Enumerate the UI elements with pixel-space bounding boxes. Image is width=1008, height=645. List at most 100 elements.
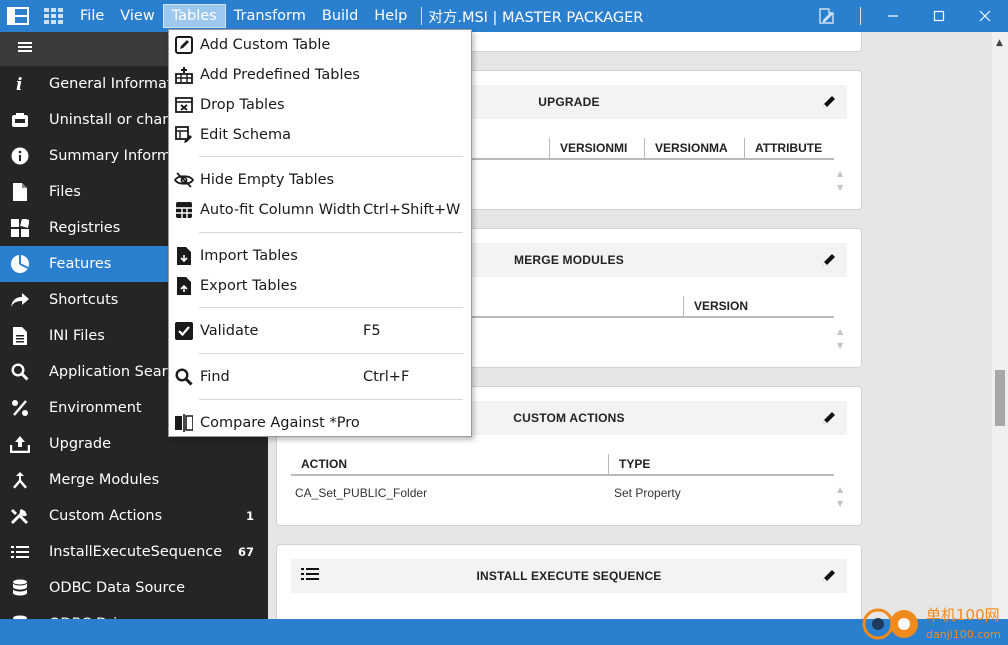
column-header[interactable]: VERSIONMA (644, 138, 744, 160)
close-icon[interactable] (962, 0, 1008, 32)
grid-view-icon[interactable] (36, 0, 72, 32)
menu-item-find[interactable]: Find Ctrl+F (169, 362, 471, 392)
sidebar-item-count: 67 (237, 545, 254, 559)
tools-icon (0, 498, 40, 534)
menu-item-compare-against-pro[interactable]: Compare Against *Pro (169, 408, 471, 438)
menu-file[interactable]: File (72, 4, 112, 28)
sidebar-item-installexecutesequence[interactable]: InstallExecuteSequence 67 (0, 534, 268, 570)
svg-text:i: i (16, 75, 22, 93)
list-icon (0, 534, 40, 570)
menu-item-drop-tables[interactable]: Drop Tables (169, 90, 471, 120)
pencil-icon[interactable] (821, 568, 837, 588)
sidebar-item-label: Features (49, 256, 112, 272)
database-icon (0, 606, 40, 619)
mini-scroll-arrows[interactable]: ▲ ▼ (837, 167, 843, 195)
pencil-icon[interactable] (821, 252, 837, 272)
menu-bar: File View Tables Transform Build Help (72, 0, 415, 32)
title-separator-right (850, 0, 870, 32)
search-icon (170, 368, 198, 386)
column-header[interactable]: VERSION (683, 296, 834, 318)
menu-item-shortcut: Ctrl+F (363, 369, 410, 385)
watermark-logo: 单机100网 danji100.com (860, 600, 1008, 645)
table-cell-action[interactable]: CA_Set_PUBLIC_Folder (295, 486, 427, 500)
menu-item-validate[interactable]: Validate F5 (169, 316, 471, 346)
maximize-icon[interactable] (916, 0, 962, 32)
menu-item-add-custom-table[interactable]: Add Custom Table (169, 30, 471, 60)
scrollbar-thumb[interactable] (995, 370, 1005, 426)
menu-item-label: Export Tables (200, 278, 298, 294)
card-title: UPGRADE (538, 95, 600, 109)
sidebar-item-custom-actions[interactable]: Custom Actions 1 (0, 498, 268, 534)
menu-item-edit-schema[interactable]: Edit Schema (169, 120, 471, 150)
import-file-icon (170, 247, 198, 265)
mini-scroll-arrows[interactable]: ▲ ▼ (837, 325, 843, 353)
menu-item-label: Add Predefined Tables (200, 67, 360, 83)
scroll-up-icon[interactable]: ▲ (996, 38, 1003, 48)
list-icon (301, 567, 319, 585)
menu-item-auto-fit-column-width[interactable]: Auto-fit Column Width Ctrl+Shift+W (169, 195, 471, 225)
minimize-icon[interactable] (870, 0, 916, 32)
drop-table-icon (170, 97, 198, 113)
app-layout-icon[interactable] (0, 0, 36, 32)
edit-schema-icon (170, 126, 198, 144)
pencil-icon[interactable] (821, 410, 837, 430)
sign-doc-icon[interactable] (804, 0, 850, 32)
main-scrollbar[interactable]: ▲ (992, 32, 1008, 619)
database-icon (0, 570, 40, 606)
menu-item-label: Auto-fit Column Width (200, 202, 361, 218)
table-cell-type[interactable]: Set Property (614, 486, 681, 500)
menu-item-hide-empty-tables[interactable]: Hide Empty Tables (169, 165, 471, 195)
menu-item-label: Edit Schema (200, 127, 291, 143)
menu-item-label: Import Tables (200, 248, 298, 264)
info-italic-icon: i (0, 66, 40, 102)
mini-scroll-arrows[interactable]: ▲ ▼ (837, 483, 843, 511)
menu-help[interactable]: Help (366, 4, 415, 28)
sidebar-item-label: INI Files (49, 328, 105, 344)
sidebar-item-merge-modules[interactable]: Merge Modules (0, 462, 268, 498)
card-title: CUSTOM ACTIONS (513, 411, 625, 425)
file-icon (0, 174, 40, 210)
sidebar-item-label: Application Search (49, 364, 185, 380)
sidebar-item-odbc-driver[interactable]: ODBC Driver (0, 606, 268, 619)
merge-icon (0, 462, 40, 498)
percent-icon (0, 390, 40, 426)
table-autofit-icon (170, 201, 198, 219)
ini-file-icon (0, 318, 40, 354)
menu-item-label: Add Custom Table (200, 37, 331, 53)
column-header-action[interactable]: ACTION (291, 454, 608, 476)
menu-item-label: Hide Empty Tables (200, 172, 335, 188)
menu-build[interactable]: Build (314, 4, 366, 28)
menu-view[interactable]: View (112, 4, 162, 28)
sidebar-item-count: 1 (245, 509, 254, 523)
sidebar-item-label: Upgrade (49, 436, 111, 452)
eye-off-icon (170, 172, 198, 188)
menu-item-export-tables[interactable]: Export Tables (169, 271, 471, 301)
export-file-icon (170, 277, 198, 295)
hamburger-icon[interactable] (18, 41, 32, 57)
search-icon (0, 354, 40, 390)
compare-icon (170, 414, 198, 432)
menu-transform[interactable]: Transform (226, 4, 314, 28)
pencil-icon[interactable] (821, 94, 837, 114)
column-header-partial[interactable] (469, 296, 683, 318)
sidebar-item-label: InstallExecuteSequence (49, 544, 223, 560)
sidebar-item-odbc-data-source[interactable]: ODBC Data Source (0, 570, 268, 606)
tables-dropdown-menu: Add Custom Table Add Predefined Tables Dro… (168, 29, 472, 437)
menu-separator (199, 307, 463, 308)
menu-item-shortcut: F5 (363, 323, 381, 339)
edit-box-icon (170, 36, 198, 54)
card-title: INSTALL EXECUTE SEQUENCE (476, 569, 662, 583)
title-separator (421, 7, 423, 25)
column-header[interactable]: ATTRIBUTE (744, 138, 834, 160)
menu-item-add-predefined-tables[interactable]: Add Predefined Tables (169, 60, 471, 90)
info-circle-icon (0, 138, 40, 174)
menu-item-label: Find (200, 369, 230, 385)
column-header[interactable]: VERSIONMI (549, 138, 644, 160)
status-bar (0, 619, 1008, 645)
menu-tables[interactable]: Tables (162, 4, 226, 28)
column-header-type[interactable]: TYPE (608, 454, 834, 476)
sidebar-item-label: ODBC Data Source (49, 580, 186, 596)
column-header-partial[interactable] (469, 138, 549, 160)
menu-item-import-tables[interactable]: Import Tables (169, 241, 471, 271)
sidebar-item-label: Merge Modules (49, 472, 160, 488)
